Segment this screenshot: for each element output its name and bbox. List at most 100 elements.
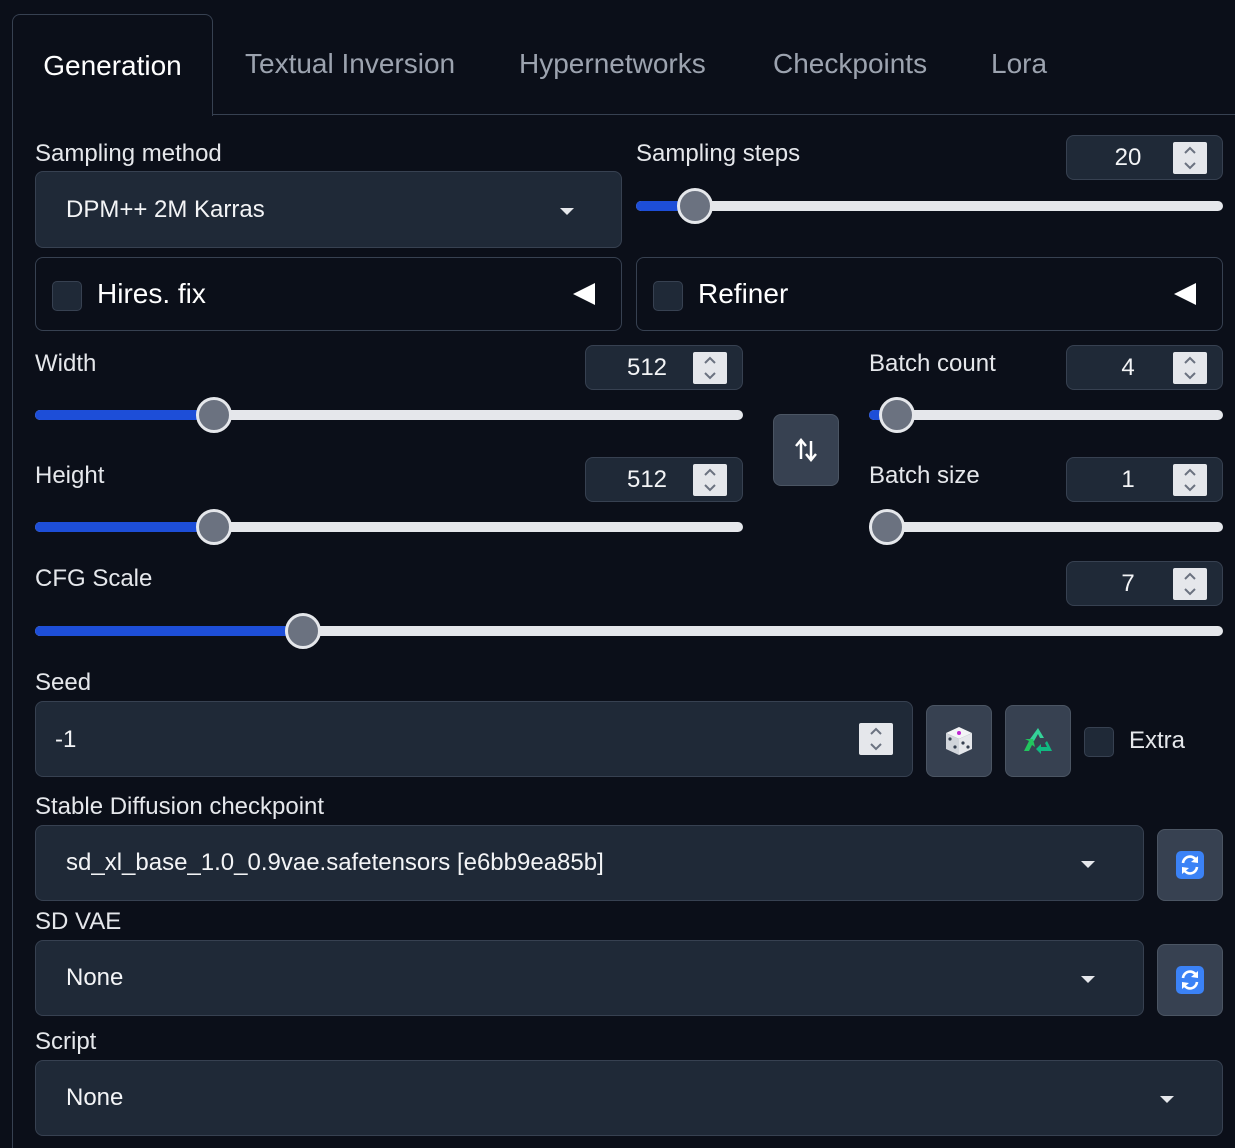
cfg-scale-slider[interactable] bbox=[35, 613, 1223, 649]
collapse-triangle-icon[interactable] bbox=[573, 283, 595, 305]
slider-fill bbox=[35, 522, 215, 532]
refiner-checkbox[interactable] bbox=[653, 281, 683, 311]
chevron-up-icon[interactable] bbox=[1184, 355, 1196, 367]
batch-count-spinner[interactable] bbox=[1173, 352, 1207, 384]
batch-count-slider[interactable] bbox=[869, 397, 1223, 433]
tab-hypernetworks-label: Hypernetworks bbox=[519, 48, 706, 79]
hires-fix-checkbox[interactable] bbox=[52, 281, 82, 311]
batch-size-slider[interactable] bbox=[869, 509, 1223, 545]
slider-fill bbox=[35, 626, 303, 636]
slider-thumb[interactable] bbox=[869, 509, 905, 545]
tab-generation-label: Generation bbox=[43, 49, 182, 81]
batch-count-value: 4 bbox=[1121, 353, 1135, 381]
chevron-up-icon[interactable] bbox=[704, 467, 716, 479]
height-spinner[interactable] bbox=[693, 464, 727, 496]
swap-arrows-icon bbox=[795, 438, 817, 462]
sd-vae-value: None bbox=[66, 964, 124, 991]
width-label: Width bbox=[35, 350, 97, 377]
chevron-down-icon[interactable] bbox=[1184, 369, 1196, 381]
sd-vae-label: SD VAE bbox=[35, 908, 122, 935]
seed-extra-label: Extra bbox=[1129, 727, 1186, 754]
seed-label: Seed bbox=[35, 669, 92, 696]
width-input[interactable]: 512 bbox=[585, 345, 743, 390]
chevron-up-icon[interactable] bbox=[1184, 467, 1196, 479]
slider-thumb[interactable] bbox=[284, 613, 321, 649]
script-label: Script bbox=[35, 1028, 97, 1055]
sampling-method-dropdown[interactable]: DPM++ 2M Karras bbox=[35, 171, 622, 248]
seed-input[interactable]: -1 bbox=[35, 701, 913, 777]
seed-extra-checkbox[interactable] bbox=[1084, 727, 1114, 757]
cfg-scale-input[interactable]: 7 bbox=[1066, 561, 1223, 606]
tab-generation[interactable]: Generation bbox=[12, 14, 213, 116]
refresh-icon bbox=[1176, 966, 1204, 994]
hires-fix-accordion[interactable]: Hires. fix bbox=[35, 257, 622, 331]
swap-dimensions-button[interactable] bbox=[773, 414, 839, 486]
recycle-icon bbox=[1024, 728, 1052, 754]
batch-size-spinner[interactable] bbox=[1173, 464, 1207, 496]
sampling-method-label: Sampling method bbox=[35, 140, 222, 167]
reuse-seed-button[interactable] bbox=[1005, 705, 1071, 777]
chevron-down-icon[interactable] bbox=[1184, 585, 1196, 597]
chevron-down-icon bbox=[1081, 861, 1095, 868]
tab-lora-label: Lora bbox=[991, 48, 1048, 79]
chevron-up-icon[interactable] bbox=[1184, 571, 1196, 583]
chevron-up-icon[interactable] bbox=[704, 355, 716, 367]
random-seed-button[interactable] bbox=[926, 705, 992, 777]
slider-track bbox=[869, 410, 1223, 420]
hires-fix-label: Hires. fix bbox=[97, 278, 206, 309]
chevron-down-icon bbox=[560, 208, 574, 215]
refresh-checkpoint-button[interactable] bbox=[1157, 829, 1223, 901]
chevron-down-icon[interactable] bbox=[1184, 159, 1196, 171]
cfg-scale-spinner[interactable] bbox=[1173, 568, 1207, 600]
sampling-steps-slider[interactable] bbox=[636, 188, 1223, 224]
chevron-down-icon[interactable] bbox=[704, 369, 716, 381]
chevron-down-icon[interactable] bbox=[704, 481, 716, 493]
height-label: Height bbox=[35, 462, 105, 489]
refiner-accordion[interactable]: Refiner bbox=[636, 257, 1223, 331]
width-slider[interactable] bbox=[35, 397, 743, 433]
width-spinner[interactable] bbox=[693, 352, 727, 384]
slider-track bbox=[636, 201, 1223, 211]
refresh-icon bbox=[1176, 851, 1204, 879]
cfg-scale-label: CFG Scale bbox=[35, 565, 153, 592]
seed-value: -1 bbox=[55, 726, 77, 753]
batch-size-input[interactable]: 1 bbox=[1066, 457, 1223, 502]
checkpoint-value: sd_xl_base_1.0_0.9vae.safetensors [e6bb9… bbox=[66, 849, 604, 876]
batch-count-input[interactable]: 4 bbox=[1066, 345, 1223, 390]
tab-lora[interactable]: Lora bbox=[991, 14, 1047, 114]
tab-checkpoints[interactable]: Checkpoints bbox=[773, 14, 927, 114]
seed-spinner[interactable] bbox=[859, 723, 893, 755]
checkpoint-label: Stable Diffusion checkpoint bbox=[35, 793, 325, 820]
panel-left-border bbox=[12, 114, 13, 1148]
batch-size-label: Batch size bbox=[869, 462, 980, 489]
tab-textual-inversion[interactable]: Textual Inversion bbox=[245, 14, 455, 114]
refresh-vae-button[interactable] bbox=[1157, 944, 1223, 1016]
height-slider[interactable] bbox=[35, 509, 743, 545]
refiner-label: Refiner bbox=[698, 278, 789, 309]
sampling-steps-label: Sampling steps bbox=[636, 140, 801, 167]
cfg-scale-value: 7 bbox=[1121, 569, 1135, 597]
tab-textual-inversion-label: Textual Inversion bbox=[245, 48, 456, 79]
collapse-triangle-icon[interactable] bbox=[1174, 283, 1196, 305]
sampling-steps-spinner[interactable] bbox=[1173, 142, 1207, 174]
checkpoint-dropdown[interactable]: sd_xl_base_1.0_0.9vae.safetensors [e6bb9… bbox=[35, 825, 1144, 901]
sampling-steps-value: 20 bbox=[1114, 143, 1142, 171]
chevron-up-icon[interactable] bbox=[870, 726, 882, 738]
batch-size-value: 1 bbox=[1121, 465, 1135, 493]
tab-hypernetworks[interactable]: Hypernetworks bbox=[519, 14, 706, 114]
chevron-down-icon bbox=[1160, 1096, 1174, 1103]
tab-checkpoints-label: Checkpoints bbox=[773, 48, 928, 79]
slider-thumb[interactable] bbox=[677, 188, 714, 224]
chevron-down-icon[interactable] bbox=[870, 740, 882, 752]
slider-thumb[interactable] bbox=[196, 397, 233, 433]
height-input[interactable]: 512 bbox=[585, 457, 743, 502]
script-dropdown[interactable]: None bbox=[35, 1060, 1223, 1136]
script-value: None bbox=[66, 1084, 124, 1111]
slider-thumb[interactable] bbox=[196, 509, 233, 545]
sd-vae-dropdown[interactable]: None bbox=[35, 940, 1144, 1016]
width-value: 512 bbox=[626, 353, 668, 381]
chevron-up-icon[interactable] bbox=[1184, 145, 1196, 157]
chevron-down-icon[interactable] bbox=[1184, 481, 1196, 493]
sampling-steps-input[interactable]: 20 bbox=[1066, 135, 1223, 180]
slider-thumb[interactable] bbox=[878, 397, 915, 433]
